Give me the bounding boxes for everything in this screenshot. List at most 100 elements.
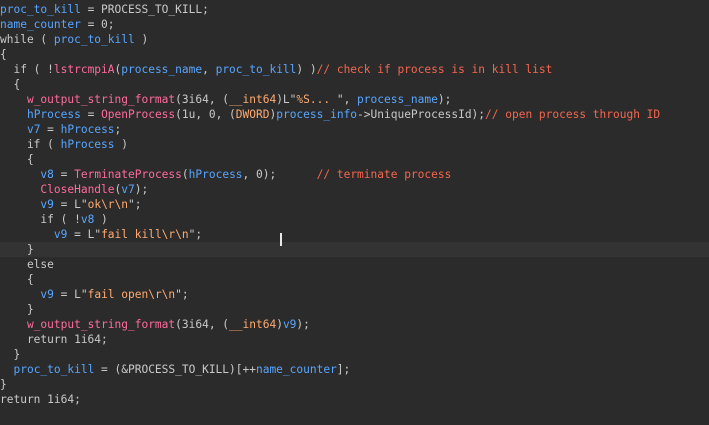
code-identifier: process_name <box>357 93 438 106</box>
code-text: = PROCESS_TO_KILL; <box>80 3 209 16</box>
code-line[interactable]: } <box>0 242 709 257</box>
code-text: = L" <box>53 198 88 211</box>
code-line[interactable]: { <box>0 152 709 167</box>
code-line[interactable]: while ( proc_to_kill ) <box>0 32 709 47</box>
code-text: } <box>0 303 34 316</box>
code-identifier: hProcess <box>60 123 115 136</box>
code-text: ( <box>181 168 189 181</box>
code-text: = L" <box>53 288 88 301</box>
code-line[interactable]: w_output_string_format(3i64, (__int64)L"… <box>0 92 709 107</box>
code-text: = (&PROCESS_TO_KILL)[++ <box>94 363 256 376</box>
code-text: , 0); <box>242 168 317 181</box>
code-text: ) <box>134 33 149 46</box>
code-text: ) ) <box>296 63 317 76</box>
code-identifier: proc_to_kill <box>53 33 135 46</box>
code-text: (3i64, ( <box>175 93 230 106</box>
code-text: ); <box>296 318 310 331</box>
code-function-name: CloseHandle <box>40 183 115 196</box>
code-text: = <box>80 108 102 121</box>
code-line[interactable]: v9 = L"fail kill\r\n"; <box>0 227 709 242</box>
code-line[interactable]: return 1i64; <box>0 332 709 347</box>
code-text: if ( <box>0 138 61 151</box>
code-text: { <box>0 153 34 166</box>
code-text: { <box>0 48 7 61</box>
code-text: ", <box>336 93 358 106</box>
code-function-name: OpenProcess <box>101 108 176 121</box>
code-text: while ( <box>0 33 54 46</box>
code-text: else <box>0 258 54 271</box>
code-text: { <box>0 78 21 91</box>
code-line[interactable]: proc_to_kill = PROCESS_TO_KILL; <box>0 2 709 17</box>
code-text: ) <box>276 318 283 331</box>
code-text: "; <box>175 288 189 301</box>
code-line[interactable]: { <box>0 272 709 287</box>
code-line[interactable]: return 1i64; <box>0 392 709 407</box>
code-line[interactable]: if ( !lstrcmpiA(process_name, proc_to_ki… <box>0 62 709 77</box>
code-text: } <box>0 348 21 361</box>
code-line[interactable]: v9 = L"fail open\r\n"; <box>0 287 709 302</box>
code-function-name: w_output_string_format <box>26 318 176 331</box>
code-text: } <box>0 378 7 391</box>
pseudocode-editor[interactable]: proc_to_kill = PROCESS_TO_KILL; name_coun… <box>0 0 709 425</box>
code-text: = <box>53 168 75 181</box>
code-line[interactable]: proc_to_kill = (&PROCESS_TO_KILL)[++name… <box>0 362 709 377</box>
code-string: __int64 <box>229 318 277 331</box>
code-line[interactable]: name_counter = 0; <box>0 17 709 32</box>
code-identifier: v9 <box>53 228 68 241</box>
code-text: , <box>202 63 216 76</box>
code-string: %S... <box>296 93 337 106</box>
code-line[interactable]: } <box>0 302 709 317</box>
code-text: "; <box>188 228 203 241</box>
code-line[interactable]: v8 = TerminateProcess(hProcess, 0); // t… <box>0 167 709 182</box>
code-line[interactable]: CloseHandle(v7); <box>0 182 709 197</box>
code-text: return 1i64; <box>0 333 108 346</box>
code-comment: // check if process is in kill list <box>316 63 553 76</box>
code-identifier: v9 <box>40 288 54 301</box>
code-line[interactable]: { <box>0 47 709 62</box>
code-line[interactable]: } <box>0 347 709 362</box>
code-string: fail open\r\n <box>87 288 176 301</box>
code-text: { <box>0 273 34 286</box>
code-line[interactable]: if ( !v8 ) <box>0 212 709 227</box>
code-identifier: hProcess <box>60 138 115 151</box>
code-line[interactable]: v7 = hProcess; <box>0 122 709 137</box>
code-text: (3i64, ( <box>175 318 230 331</box>
code-text: = L" <box>67 228 102 241</box>
code-identifier: hProcess <box>26 108 81 121</box>
code-text: ); <box>437 93 452 106</box>
code-text: (1u, 0, ( <box>175 108 236 121</box>
code-text: "; <box>128 198 142 211</box>
code-line[interactable]: { <box>0 77 709 92</box>
code-identifier: proc_to_kill <box>13 363 95 376</box>
code-line[interactable]: else <box>0 257 709 272</box>
text-cursor <box>280 233 282 246</box>
code-function-name: w_output_string_format <box>26 93 176 106</box>
code-line[interactable]: w_output_string_format(3i64, (__int64)v9… <box>0 317 709 332</box>
code-identifier: name_counter <box>255 363 337 376</box>
code-identifier: v7 <box>121 183 135 196</box>
code-line[interactable]: } <box>0 377 709 392</box>
code-text: ) <box>94 213 108 226</box>
code-line[interactable]: hProcess = OpenProcess(1u, 0, (DWORD)pro… <box>0 107 709 122</box>
code-identifier: v9 <box>40 198 54 211</box>
code-line[interactable]: v9 = L"ok\r\n"; <box>0 197 709 212</box>
code-text: ->UniqueProcessId); <box>357 108 486 121</box>
code-identifier: v9 <box>282 318 297 331</box>
code-text: )L" <box>276 93 297 106</box>
code-identifier: process_info <box>276 108 358 121</box>
code-text: ]; <box>336 363 351 376</box>
code-text: = <box>40 123 61 136</box>
code-text: ) <box>114 138 128 151</box>
code-line[interactable]: if ( hProcess ) <box>0 137 709 152</box>
code-text: ; <box>114 123 122 136</box>
code-string: ok\r\n <box>87 198 129 211</box>
code-text: ); <box>134 183 149 196</box>
